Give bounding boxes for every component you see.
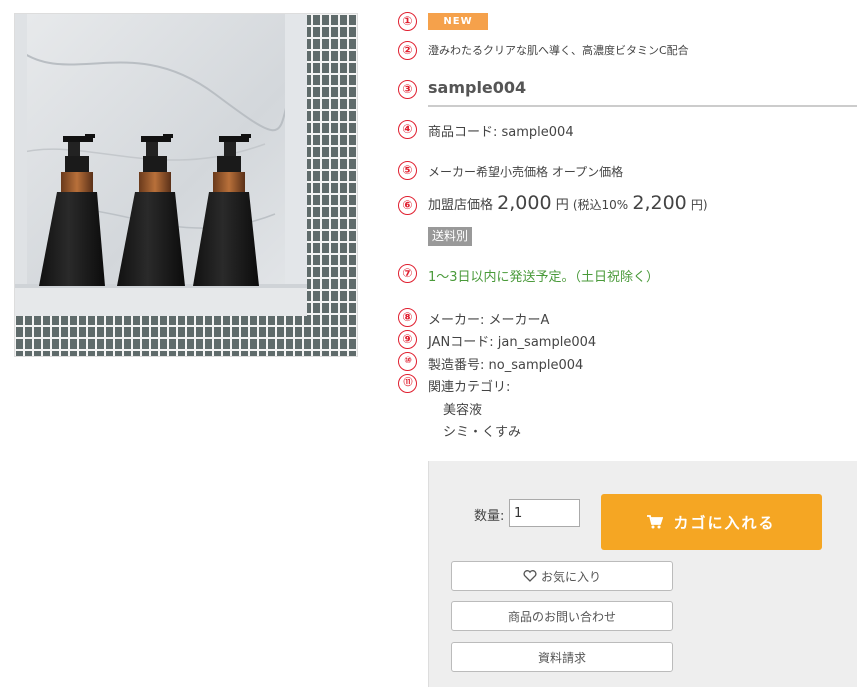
tax-suffix: 円) (690, 198, 708, 212)
marker-11: ⑪ (398, 374, 417, 393)
favorite-label: お気に入り (540, 569, 601, 584)
delivery-info: 1〜3日以内に発送予定。（土日祝除く） (428, 270, 660, 285)
price-label: 加盟店価格 (428, 198, 494, 213)
marker-5: ⑤ (398, 161, 417, 180)
brochure-request-button[interactable]: 資料請求 (451, 642, 673, 672)
marker-2: ② (398, 41, 417, 60)
tax-prefix: (税込10% (572, 198, 629, 212)
member-price: 加盟店価格 2,000 円 (税込10% 2,200 円) (428, 192, 708, 214)
cart-icon (647, 515, 664, 529)
tax-amount: 2,200 (632, 192, 687, 214)
marker-3: ③ (398, 80, 417, 99)
favorite-button[interactable]: お気に入り (451, 561, 673, 591)
inquiry-label: 商品のお問い合わせ (507, 609, 616, 624)
brochure-label: 資料請求 (537, 650, 586, 665)
price-amount: 2,000 (497, 192, 552, 214)
marker-9: ⑨ (398, 330, 417, 349)
marker-7: ⑦ (398, 264, 417, 283)
product-image[interactable] (14, 13, 358, 357)
heart-icon (523, 570, 537, 582)
spec-serial: 製造番号: no_sample004 (428, 358, 584, 373)
new-badge: NEW (428, 13, 488, 30)
price-unit: 円 (555, 198, 569, 213)
marker-6: ⑥ (398, 196, 417, 215)
msrp-price: メーカー希望小売価格 オープン価格 (428, 165, 624, 179)
spec-category-label: 関連カテゴリ: (428, 380, 511, 395)
marker-4: ④ (398, 120, 417, 139)
shipping-badge: 送料別 (428, 227, 473, 246)
marker-8: ⑧ (398, 308, 417, 327)
marker-1: ① (398, 12, 417, 31)
inquiry-button[interactable]: 商品のお問い合わせ (451, 601, 673, 631)
spec-jan: JANコード: jan_sample004 (428, 335, 597, 350)
category-link[interactable]: シミ・くすみ (443, 421, 521, 440)
title-divider (428, 105, 857, 107)
catch-copy: 澄みわたるクリアな肌へ導く、高濃度ビタミンC配合 (428, 44, 689, 57)
quantity-input[interactable] (509, 499, 580, 527)
add-to-cart-button[interactable]: カゴに入れる (601, 494, 822, 550)
marker-10: ⑩ (398, 352, 417, 371)
product-title: sample004 (428, 78, 527, 97)
category-link[interactable]: 美容液 (443, 399, 482, 418)
add-to-cart-label: カゴに入れる (673, 514, 776, 532)
product-code: 商品コード: sample004 (428, 125, 574, 140)
product-photo-illustration (15, 14, 357, 356)
quantity-label: 数量: (474, 509, 505, 524)
spec-maker: メーカー: メーカーA (428, 313, 550, 328)
